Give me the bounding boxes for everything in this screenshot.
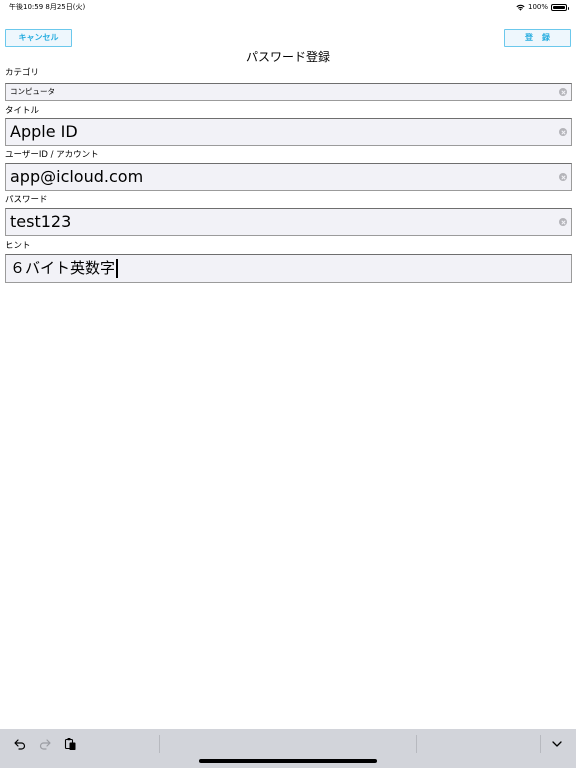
battery-fill xyxy=(553,5,565,9)
toolbar-divider xyxy=(416,735,417,753)
clear-password-icon[interactable] xyxy=(559,218,567,226)
paste-icon[interactable] xyxy=(63,737,77,751)
keyboard-dismiss-icon[interactable] xyxy=(550,737,564,751)
undo-icon[interactable] xyxy=(13,737,27,751)
password-value: test123 xyxy=(10,212,72,231)
status-time: 午後10:59 8月25日(火) xyxy=(9,3,86,11)
clear-category-icon[interactable] xyxy=(559,88,567,96)
status-bar: 午後10:59 8月25日(火) 100% xyxy=(0,0,576,14)
clear-title-icon[interactable] xyxy=(559,128,567,136)
title-value: Apple ID xyxy=(10,122,78,141)
user-id-label: ユーザーID / アカウント xyxy=(5,150,99,160)
toolbar-divider xyxy=(159,735,160,753)
user-id-field[interactable]: app@icloud.com xyxy=(5,163,572,191)
register-button[interactable]: 登録 xyxy=(504,29,571,47)
battery-percentage: 100% xyxy=(527,3,548,11)
title-label: タイトル xyxy=(5,106,40,116)
hint-field[interactable]: ６バイト英数字 xyxy=(5,254,572,283)
hint-value: ６バイト英数字 xyxy=(10,259,116,277)
hint-label: ヒント xyxy=(5,241,31,251)
wifi-icon xyxy=(516,4,525,11)
home-indicator[interactable] xyxy=(199,759,377,763)
toolbar-divider xyxy=(540,735,541,753)
redo-icon[interactable] xyxy=(38,737,52,751)
battery-icon xyxy=(551,3,569,11)
cancel-button[interactable]: キャンセル xyxy=(5,29,72,47)
page-title: パスワード登録 xyxy=(245,50,330,64)
password-field[interactable]: test123 xyxy=(5,208,572,236)
text-caret xyxy=(116,259,118,278)
status-right: 100% xyxy=(516,0,569,14)
category-field[interactable]: コンピュータ xyxy=(5,83,572,101)
clear-user-id-icon[interactable] xyxy=(559,173,567,181)
password-label: パスワード xyxy=(5,195,48,205)
category-label: カテゴリ xyxy=(5,68,40,78)
hint-value-wrap: ６バイト英数字 xyxy=(10,255,118,282)
user-id-value: app@icloud.com xyxy=(10,167,144,186)
title-field[interactable]: Apple ID xyxy=(5,118,572,146)
category-value: コンピュータ xyxy=(10,87,55,96)
screen: 午後10:59 8月25日(火) 100% キャンセル 登録 パスワード登録 カ… xyxy=(0,0,576,768)
